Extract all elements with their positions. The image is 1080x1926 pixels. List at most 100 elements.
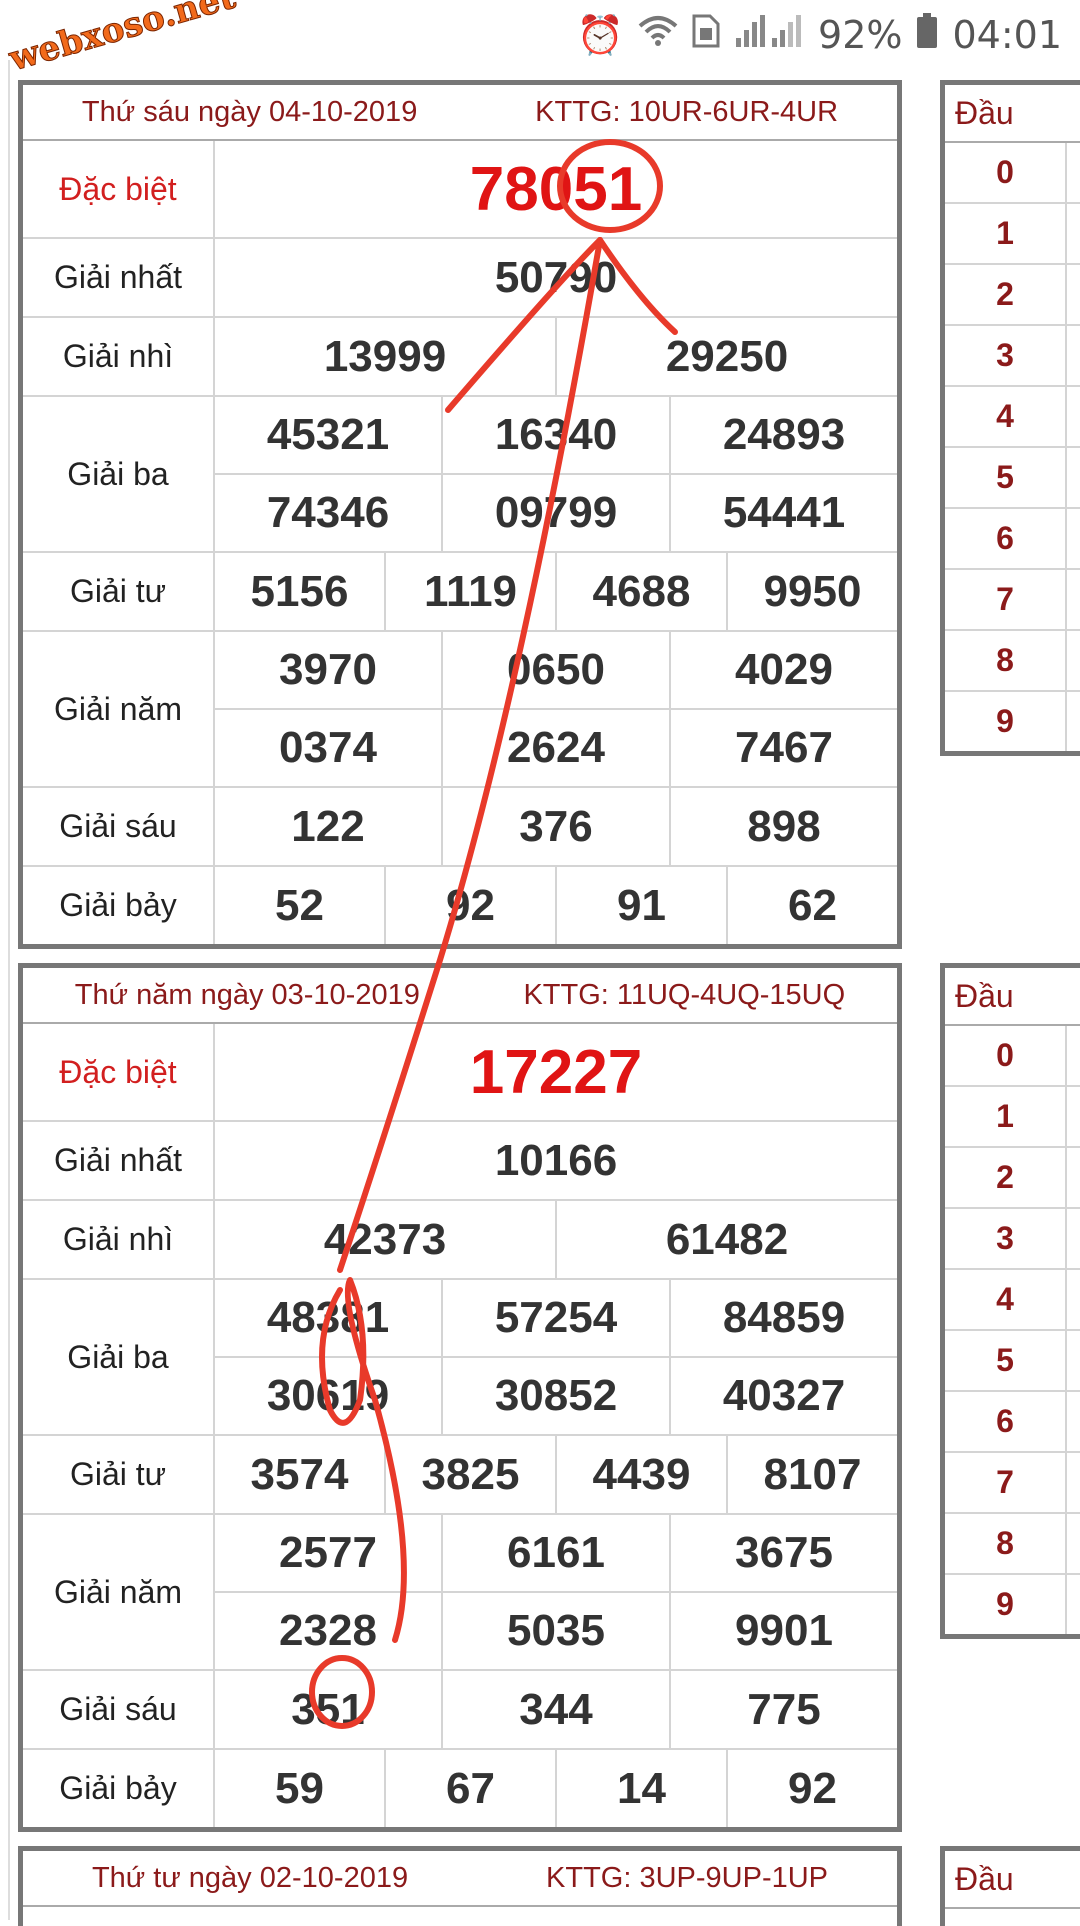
- prize-row: Giải sáu 351 344 775: [23, 1671, 897, 1750]
- prize-number: 59: [215, 1750, 386, 1827]
- value-line: 10166: [215, 1122, 897, 1199]
- prize-number: 3574: [215, 1436, 386, 1513]
- prize-number: 4029: [735, 645, 833, 694]
- prize-label: Giải nhì: [23, 318, 215, 395]
- dau-row: 2: [945, 265, 1080, 326]
- dau-digit: 2: [945, 1148, 1067, 1207]
- prize-number: 351: [215, 1671, 443, 1748]
- prize-label: Giải bảy: [23, 1750, 215, 1827]
- signal-icon: [734, 13, 804, 57]
- prize-number: 30852: [443, 1358, 671, 1434]
- prize-label: Giải tư: [23, 1436, 215, 1513]
- value-line: 74346 09799 54441: [215, 475, 897, 551]
- prize-row: Giải năm 3970 0650 4029 0374 2624 7467: [23, 632, 897, 788]
- page-edge-line: [8, 60, 10, 1920]
- prize-number: 5035: [443, 1593, 671, 1669]
- prize-row: Giải tư 3574 3825 4439 8107: [23, 1436, 897, 1515]
- prize-label: Giải bảy: [23, 867, 215, 944]
- prize-number: 775: [747, 1684, 821, 1734]
- dau-row: 1: [945, 1087, 1080, 1148]
- value-line: 42373 61482: [215, 1201, 897, 1278]
- prize-row: Đặc biệt 17227: [23, 1024, 897, 1122]
- prize-row: Giải nhất 50790: [23, 239, 897, 318]
- sim-card-icon: [692, 13, 720, 57]
- dau-row: 6: [945, 1392, 1080, 1453]
- prize-label: Giải nhì: [23, 1201, 215, 1278]
- dau-digit: 9: [945, 692, 1067, 751]
- prize-values: 10166: [215, 1122, 897, 1199]
- draw-date: Thứ năm ngày 03-10-2019: [74, 978, 420, 1011]
- value-line: 3574 3825 4439 8107: [215, 1436, 897, 1513]
- prize-number: 10166: [494, 1135, 618, 1185]
- prize-values: 48381 57254 84859 30619 30852 40327: [215, 1280, 897, 1434]
- value-line: 0374 2624 7467: [215, 710, 897, 786]
- prize-label: Giải sáu: [23, 788, 215, 865]
- dau-row: 8: [945, 631, 1080, 692]
- prize-number: 91: [557, 867, 728, 944]
- result-table-0: Thứ sáu ngày 04-10-2019 KTTG: 10UR-6UR-4…: [18, 80, 902, 949]
- prize-number: 0650: [443, 632, 671, 708]
- alarm-icon: ⏰: [576, 12, 625, 57]
- prize-number: 50790: [494, 252, 618, 302]
- prize-number: 1119: [386, 553, 557, 630]
- prize-row: Giải ba 45321 16340 24893 74346 09799 54441: [23, 397, 897, 553]
- dau-digit: 0: [945, 1026, 1067, 1085]
- prize-number: 57254: [443, 1280, 671, 1356]
- dau-row: 5: [945, 448, 1080, 509]
- prize-number: 24893: [722, 410, 846, 459]
- prize-number: 8107: [763, 1449, 862, 1499]
- value-line: 2328 5035 9901: [215, 1593, 897, 1669]
- table-body: Đặc biệt 17227 Giải nhất 10166 Giải nhì 42373…: [23, 1024, 897, 1827]
- prize-number: 17227: [469, 1037, 643, 1107]
- prize-row: Giải nhì 42373 61482: [23, 1201, 897, 1280]
- dau-row: 8: [945, 1514, 1080, 1575]
- prize-label: Giải tư: [23, 553, 215, 630]
- prize-label: Giải nhất: [23, 239, 215, 316]
- prize-number: 4688: [557, 553, 728, 630]
- result-table-2: Thứ tư ngày 02-10-2019 KTTG: 3UP-9UP-1UP: [18, 1846, 902, 1926]
- prize-number: 61482: [665, 1214, 789, 1264]
- prize-values: 45321 16340 24893 74346 09799 54441: [215, 397, 897, 551]
- dau-row: 6: [945, 509, 1080, 570]
- dau-row: 9: [945, 1575, 1080, 1634]
- dau-digit: 4: [945, 1270, 1067, 1329]
- value-line: 78051: [215, 141, 897, 237]
- prize-number: 3675: [735, 1528, 833, 1577]
- dau-digit: 1: [945, 1087, 1067, 1146]
- prize-number: 16340: [443, 397, 671, 473]
- dau-row: 2: [945, 1148, 1080, 1209]
- prize-row: Giải nhất 10166: [23, 1122, 897, 1201]
- value-line: 122 376 898: [215, 788, 897, 865]
- prize-values: 42373 61482: [215, 1201, 897, 1278]
- table-body: Đặc biệt 78051 Giải nhất 50790 Giải nhì 13999…: [23, 141, 897, 944]
- prize-number: 29250: [665, 331, 789, 381]
- kttg-code: KTTG: 11UQ-4UQ-15UQ: [523, 978, 846, 1011]
- value-line: 45321 16340 24893: [215, 397, 897, 475]
- dau-row: 5: [945, 1331, 1080, 1392]
- prize-number: 9901: [735, 1606, 833, 1655]
- prize-row: Giải bảy 52 92 91 62: [23, 867, 897, 944]
- dau-row: 3: [945, 326, 1080, 387]
- value-line: 2577 6161 3675: [215, 1515, 897, 1593]
- clock: 04:01: [952, 13, 1062, 57]
- prize-number: 3825: [386, 1436, 557, 1513]
- value-line: 48381 57254 84859: [215, 1280, 897, 1358]
- prize-number: 52: [215, 867, 386, 944]
- prize-label: Giải sáu: [23, 1671, 215, 1748]
- prize-number: 5156: [215, 553, 386, 630]
- dau-digit: 6: [945, 509, 1067, 568]
- battery-percent: 92%: [818, 13, 903, 57]
- wifi-icon: [638, 13, 678, 57]
- dau-digit: 2: [945, 265, 1067, 324]
- prize-values: 78051: [215, 141, 897, 237]
- prize-values: 52 92 91 62: [215, 867, 897, 944]
- prize-number: 92: [788, 1763, 837, 1813]
- prize-number: 0374: [215, 710, 443, 786]
- table-header: Thứ năm ngày 03-10-2019 KTTG: 11UQ-4UQ-1…: [23, 968, 897, 1024]
- prize-number: 84859: [722, 1293, 846, 1342]
- prize-values: 59 67 14 92: [215, 1750, 897, 1827]
- prize-number: 14: [557, 1750, 728, 1827]
- prize-number: 40327: [722, 1371, 846, 1420]
- dau-row: 7: [945, 570, 1080, 631]
- dau-digit: 5: [945, 1331, 1067, 1390]
